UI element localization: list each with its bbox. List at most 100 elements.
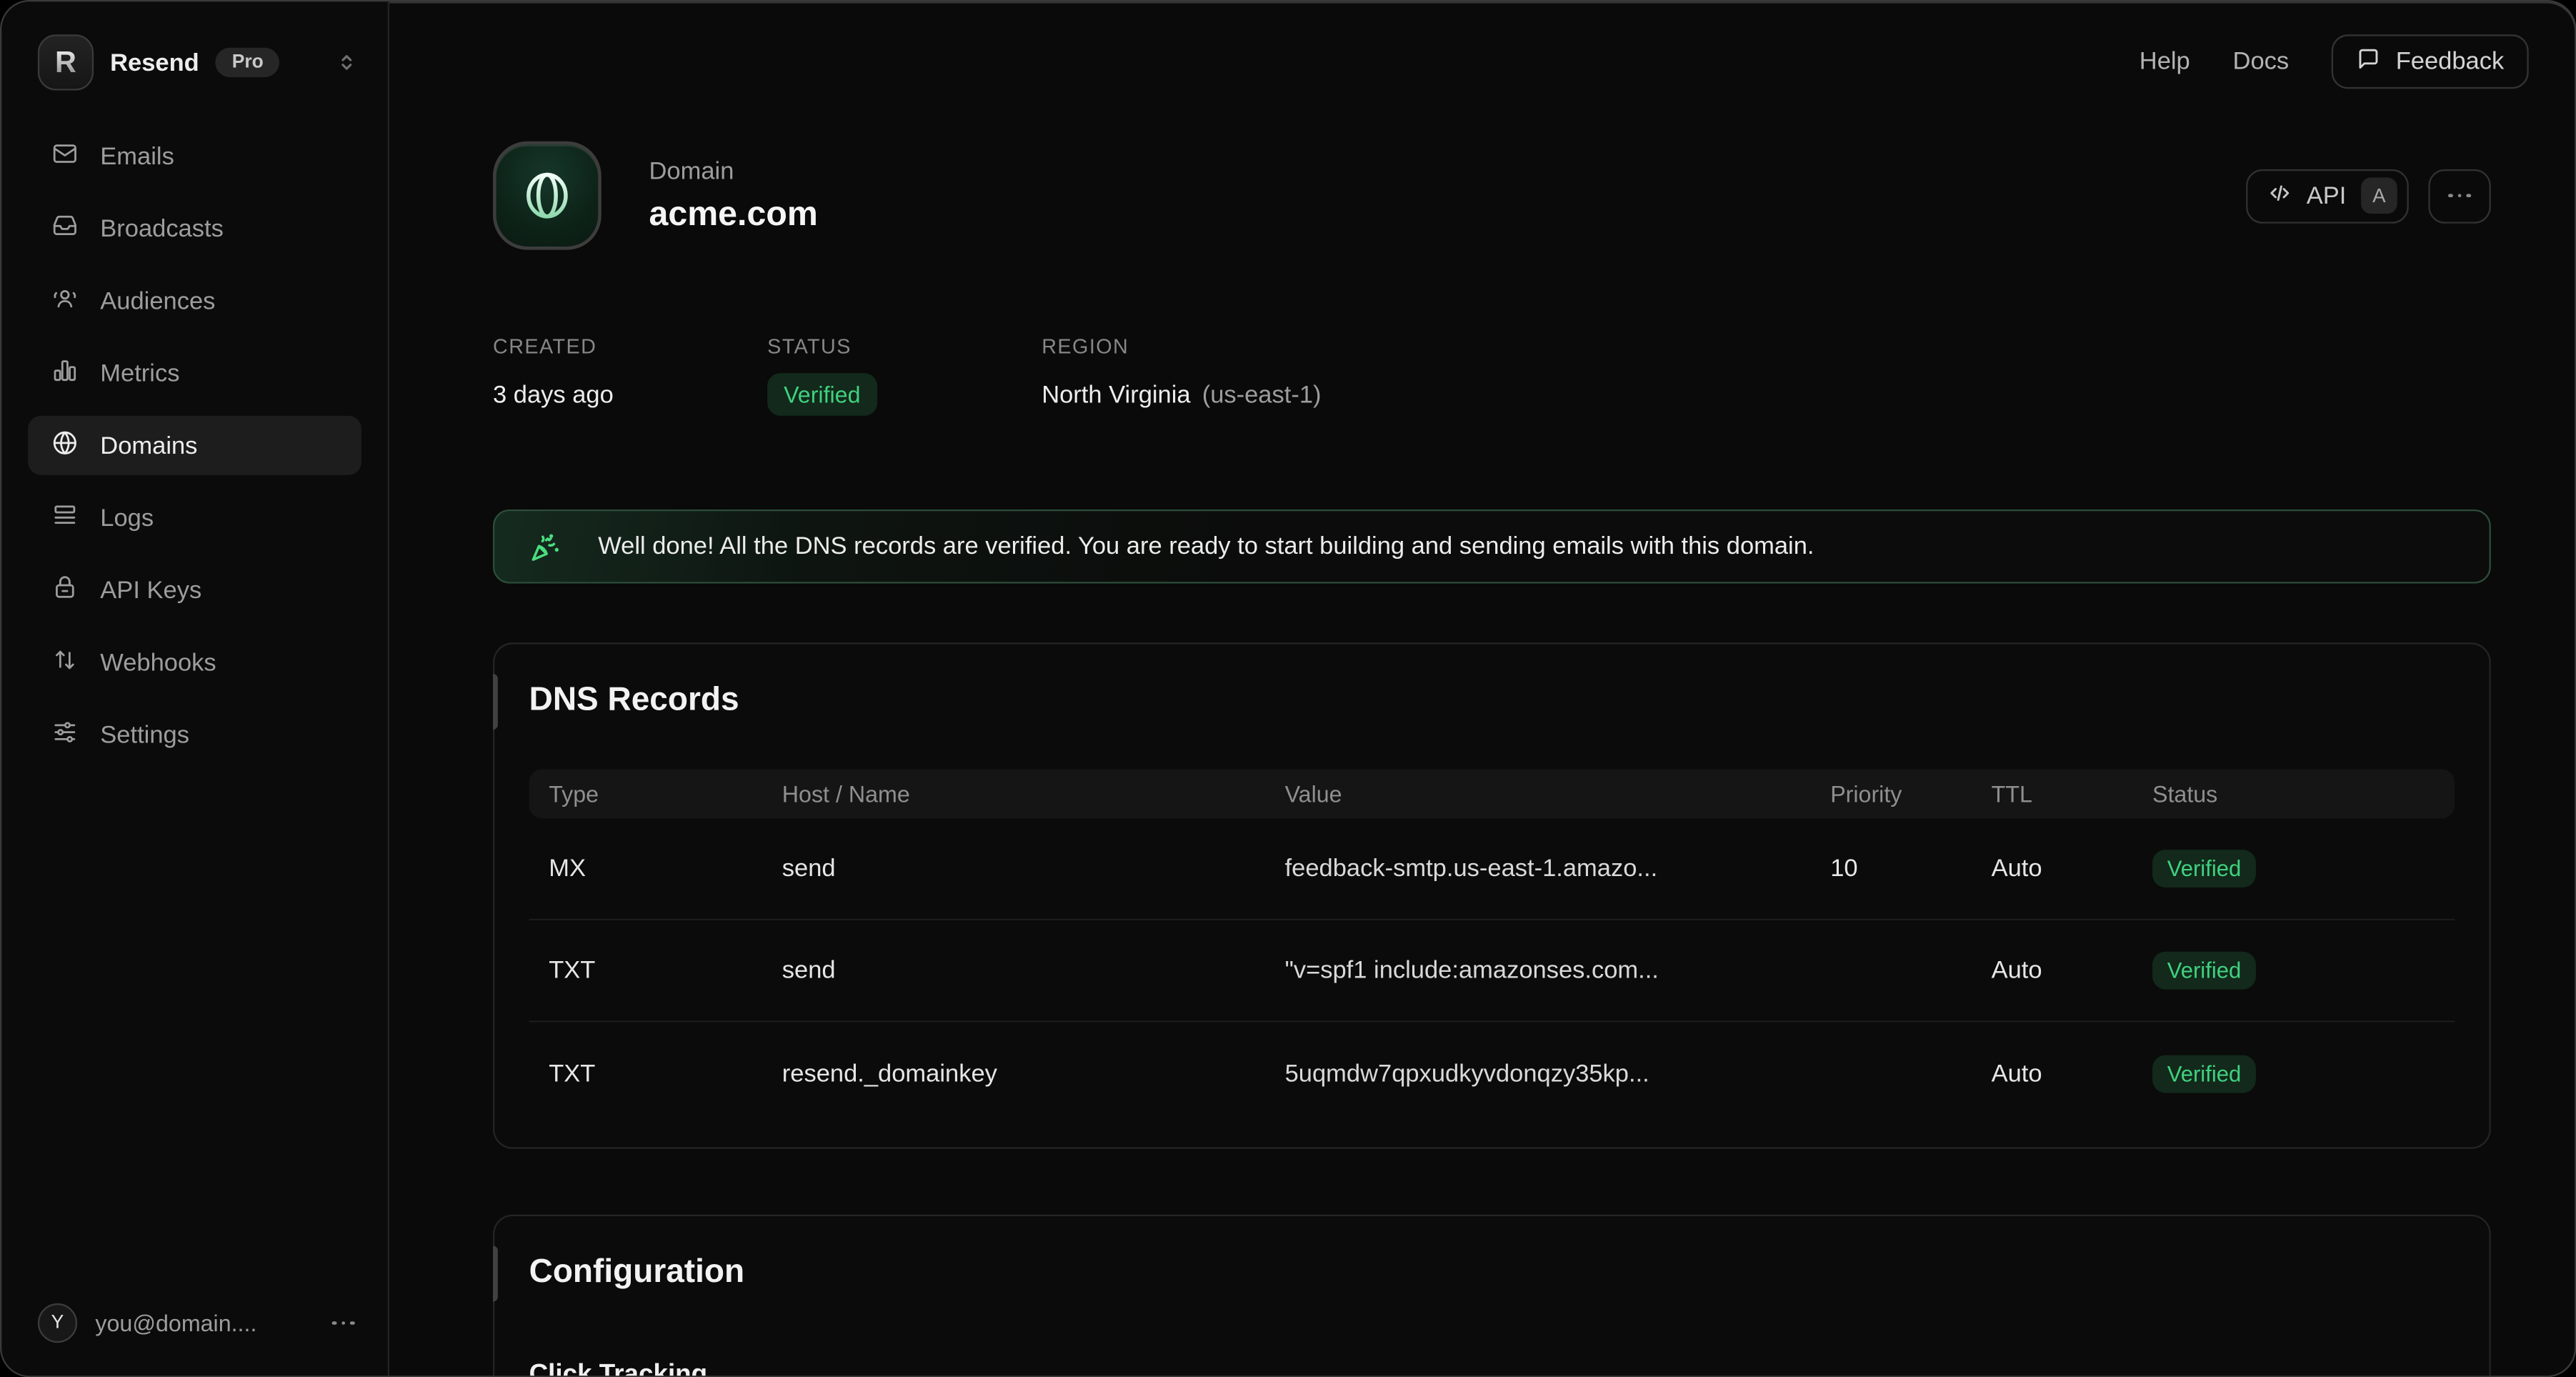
user-menu[interactable]: Y you@domain.... (1, 1303, 388, 1376)
col-value: Value (1285, 781, 1831, 807)
cell-priority: 10 (1830, 855, 1991, 883)
avatar: Y (38, 1303, 77, 1343)
col-type: Type (549, 781, 782, 807)
globe-icon (521, 169, 574, 222)
card-accent-bar (493, 1246, 498, 1301)
sidebar: R Resend Pro Emails Broadcasts (1, 1, 389, 1376)
api-button[interactable]: API A (2246, 169, 2409, 223)
sidebar-item-api-keys[interactable]: API Keys (28, 560, 361, 620)
cell-host: send (782, 855, 1285, 883)
domain-info: Domain acme.com (649, 157, 818, 234)
sidebar-item-webhooks[interactable]: Webhooks (28, 633, 361, 692)
sidebar-item-audiences[interactable]: Audiences (28, 272, 361, 331)
meta-created: CREATED 3 days ago (493, 335, 767, 409)
user-email: you@domain.... (95, 1310, 256, 1336)
mail-icon (51, 139, 79, 173)
page-content: Domain acme.com API A (389, 89, 2575, 1377)
api-button-label: API (2307, 182, 2347, 209)
dns-records-title: DNS Records (494, 645, 2489, 720)
cell-host: send (782, 957, 1285, 985)
region-code: (us-east-1) (1202, 380, 1322, 408)
sidebar-item-metrics[interactable]: Metrics (28, 344, 361, 403)
cell-ttl: Auto (1992, 1059, 2152, 1087)
feedback-label: Feedback (2396, 48, 2505, 76)
col-priority: Priority (1830, 781, 1991, 807)
more-icon[interactable] (332, 1321, 355, 1326)
status-label: STATUS (767, 335, 1042, 358)
col-status: Status (2152, 781, 2455, 807)
arrows-up-down-icon (51, 645, 79, 680)
sidebar-item-label: Domains (100, 432, 197, 459)
banner-message: Well done! All the DNS records are verif… (598, 532, 1814, 560)
app-window: R Resend Pro Emails Broadcasts (0, 0, 2576, 1377)
lock-icon (51, 573, 79, 607)
card-accent-bar (493, 674, 498, 730)
col-ttl: TTL (1992, 781, 2152, 807)
status-badge: Verified (2152, 850, 2256, 888)
cell-value: "v=spf1 include:amazonses.com... (1285, 957, 1831, 985)
sidebar-item-label: Broadcasts (100, 214, 224, 242)
resend-logo-letter: R (55, 45, 76, 79)
cell-type: MX (549, 855, 782, 883)
status-badge: Verified (2152, 1054, 2256, 1092)
page-title: acme.com (649, 195, 818, 234)
region-value: North Virginia (1042, 380, 1190, 408)
bar-chart-icon (51, 356, 79, 390)
users-icon (51, 284, 79, 318)
cell-type: TXT (549, 957, 782, 985)
app-stage: R Resend Pro Emails Broadcasts (0, 0, 2576, 1377)
help-link[interactable]: Help (2140, 48, 2190, 76)
cell-ttl: Auto (1992, 855, 2152, 883)
cell-ttl: Auto (1992, 957, 2152, 985)
sidebar-item-domains[interactable]: Domains (28, 416, 361, 475)
col-host: Host / Name (782, 781, 1285, 807)
created-label: CREATED (493, 335, 767, 358)
domain-meta: CREATED 3 days ago STATUS Verified REGIO… (493, 335, 2491, 409)
sidebar-item-settings[interactable]: Settings (28, 705, 361, 765)
topbar: Help Docs Feedback (389, 1, 2575, 89)
sidebar-item-logs[interactable]: Logs (28, 488, 361, 547)
click-tracking-label: Click Tracking (529, 1361, 2455, 1377)
domain-header: Domain acme.com API A (493, 141, 2491, 250)
sidebar-item-label: Logs (100, 504, 154, 532)
docs-link[interactable]: Docs (2233, 48, 2290, 76)
feedback-button[interactable]: Feedback (2332, 34, 2529, 89)
sidebar-item-label: Emails (100, 142, 174, 170)
sidebar-nav: Emails Broadcasts Audiences Metrics Doma… (1, 126, 388, 764)
speech-bubble-icon (2356, 46, 2381, 77)
sliders-icon (51, 717, 79, 752)
meta-region: REGION North Virginia (us-east-1) (1042, 335, 1321, 409)
sidebar-item-label: Metrics (100, 359, 179, 387)
dns-records-table: Type Host / Name Value Priority TTL Stat… (529, 769, 2455, 1147)
domain-label: Domain (649, 157, 818, 185)
chevron-updown-icon[interactable] (335, 51, 358, 74)
logs-icon (51, 500, 79, 535)
code-icon (2267, 180, 2292, 212)
inbox-icon (51, 212, 79, 246)
resend-logo: R (38, 34, 94, 90)
configuration-card: Configuration Click Tracking (493, 1215, 2491, 1377)
table-header: Type Host / Name Value Priority TTL Stat… (529, 769, 2455, 818)
api-shortcut-key: A (2361, 177, 2397, 214)
status-badge: Verified (2152, 952, 2256, 990)
cell-value: feedback-smtp.us-east-1.amazo... (1285, 855, 1831, 883)
dns-records-card: DNS Records Type Host / Name Value Prior… (493, 642, 2491, 1148)
sidebar-item-label: API Keys (100, 576, 201, 604)
header-actions: API A (2246, 169, 2491, 223)
table-row: MX send feedback-smtp.us-east-1.amazo...… (529, 818, 2455, 920)
workspace-switcher[interactable]: R Resend Pro (1, 1, 388, 90)
cell-type: TXT (549, 1059, 782, 1087)
created-value: 3 days ago (493, 379, 767, 409)
domain-more-button[interactable] (2428, 169, 2490, 223)
region-label: REGION (1042, 335, 1321, 358)
sidebar-item-label: Webhooks (100, 648, 216, 676)
domain-globe-tile (493, 141, 601, 250)
table-row: TXT resend._domainkey 5uqmdw7qpxudkyvdon… (529, 1023, 2455, 1125)
meta-status: STATUS Verified (767, 335, 1042, 409)
sidebar-item-broadcasts[interactable]: Broadcasts (28, 199, 361, 258)
status-badge: Verified (767, 373, 877, 416)
sidebar-item-emails[interactable]: Emails (28, 126, 361, 186)
sidebar-item-label: Settings (100, 721, 189, 749)
table-row: TXT send "v=spf1 include:amazonses.com..… (529, 920, 2455, 1023)
workspace-name: Resend (110, 49, 199, 76)
